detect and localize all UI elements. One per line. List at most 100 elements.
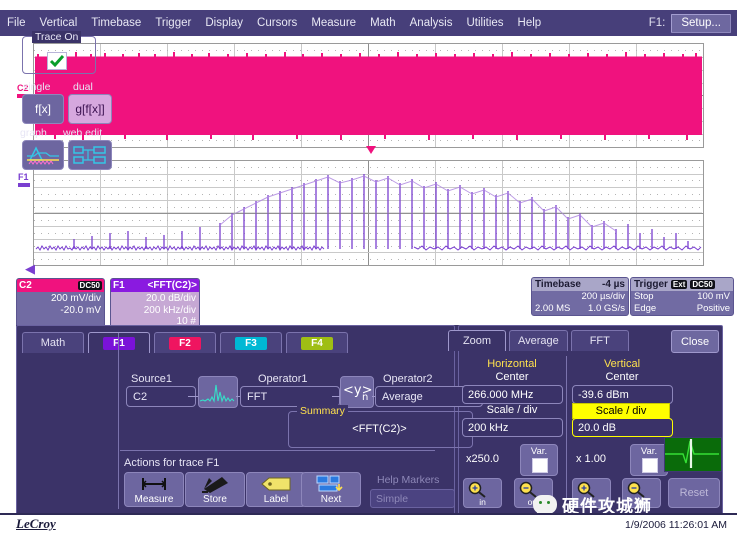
tab-zoom[interactable]: Zoom [448, 330, 506, 351]
left-pane-divider [118, 333, 119, 509]
menu-item-measure[interactable]: Measure [304, 10, 363, 36]
store-button-label: Store [186, 494, 244, 505]
grid-trace-f1 [33, 160, 704, 266]
menu-item-file[interactable]: File [0, 10, 33, 36]
descriptor-timebase-delay: -4 µs [602, 279, 625, 290]
horizontal-zoom-in-button[interactable]: in [463, 478, 502, 508]
close-button[interactable]: Close [671, 330, 719, 353]
single-function-button[interactable]: f[x] [22, 94, 64, 124]
vertical-var-box[interactable] [642, 458, 658, 473]
source1-select[interactable]: C2 [126, 386, 196, 407]
next-icon [302, 475, 360, 493]
average-operator-icon[interactable]: <y> n [340, 376, 374, 408]
fft-spectrum-glyph [199, 377, 235, 405]
tab-average[interactable]: Average [509, 330, 568, 351]
menu-item-analysis[interactable]: Analysis [403, 10, 460, 36]
menu-item-timebase[interactable]: Timebase [84, 10, 148, 36]
descriptor-trigger-slope: Positive [697, 303, 730, 315]
waveform-preview-glyph [665, 438, 719, 469]
menu-item-utilities[interactable]: Utilities [459, 10, 510, 36]
menu-item-trigger[interactable]: Trigger [148, 10, 198, 36]
web-edit-button[interactable] [68, 140, 112, 170]
tab-f1[interactable]: F1 [88, 332, 150, 353]
store-icon [186, 475, 244, 493]
descriptor-c2-name: C2 [19, 280, 32, 291]
operator1-select[interactable]: FFT [240, 386, 340, 407]
horizontal-var-box[interactable] [532, 458, 548, 473]
fft-spectrum-icon[interactable] [198, 376, 238, 408]
zoom-pane-divider [566, 356, 567, 501]
descriptor-trigger-type: Edge [634, 303, 656, 315]
label-button[interactable]: Label [246, 472, 306, 507]
dual-label: dual [73, 81, 93, 93]
menu-item-math[interactable]: Math [363, 10, 403, 36]
checkmark-icon [50, 55, 64, 67]
tab-f3[interactable]: F3 [220, 332, 282, 353]
descriptor-trigger-header: Trigger Ext DC50 [631, 278, 733, 291]
channel-marker-f1-bar [18, 183, 30, 187]
vertical-center-label: Center [572, 371, 672, 383]
summary-value: <FFT(C2)> [288, 423, 471, 435]
trace-on-label: Trace On [32, 31, 81, 43]
descriptor-timebase-header: Timebase -4 µs [532, 278, 628, 291]
tab-f2[interactable]: F2 [154, 332, 216, 353]
horizontal-scale-input[interactable]: 200 kHz [462, 418, 563, 437]
descriptor-f1-hz-div: 200 kHz/div [114, 305, 196, 317]
descriptor-f1[interactable]: F1 <FFT(C2)> 20.0 dB/div 200 kHz/div 10 … [110, 278, 200, 331]
descriptor-trigger[interactable]: Trigger Ext DC50 Stop 100 mV Edge Positi… [630, 277, 734, 316]
measure-button[interactable]: Measure [124, 472, 184, 507]
menu-item-display[interactable]: Display [198, 10, 250, 36]
tab-fft[interactable]: FFT [571, 330, 629, 351]
horizontal-var-checkbox[interactable]: Var. [520, 444, 558, 476]
horizontal-offset-arrow-icon[interactable]: ◀ [25, 264, 35, 274]
reset-button[interactable]: Reset [668, 478, 720, 508]
vertical-header: Vertical [572, 358, 672, 370]
descriptor-c2-body: 200 mV/div -20.0 mV [17, 292, 104, 329]
vertical-var-checkbox[interactable]: Var. [630, 444, 668, 476]
tab-f3-label: F3 [235, 337, 267, 350]
descriptor-c2-header: C2 DC50 [17, 279, 104, 292]
descriptor-c2[interactable]: C2 DC50 200 mV/div -20.0 mV [16, 278, 105, 330]
average-glyph: <y> n [341, 377, 371, 405]
store-button[interactable]: Store [185, 472, 245, 507]
descriptor-trigger-state: Stop [634, 291, 654, 303]
horizontal-header: Horizontal [462, 358, 562, 370]
descriptor-timebase[interactable]: Timebase -4 µs 200 µs/div 2.00 MS 1.0 GS… [531, 277, 629, 316]
graph-button[interactable] [22, 140, 64, 170]
svg-text:n: n [362, 392, 368, 403]
f1-fft-waveform [34, 161, 703, 265]
oscilloscope-screen: File Vertical Timebase Trigger Display C… [0, 0, 737, 535]
horizontal-zoom-factor: x250.0 [466, 453, 499, 465]
tab-f2-label: F2 [169, 337, 201, 350]
next-button-label: Next [302, 494, 360, 505]
menu-item-help[interactable]: Help [511, 10, 549, 36]
trace-on-checkbox[interactable] [47, 52, 67, 70]
setup-button[interactable]: Setup... [671, 14, 731, 33]
menu-item-cursors[interactable]: Cursors [250, 10, 304, 36]
horizontal-center-input[interactable]: 266.000 MHz [462, 385, 563, 404]
descriptor-trigger-row2: Edge Positive [631, 303, 733, 315]
tab-f4[interactable]: F4 [286, 332, 348, 353]
horizontal-center-label: Center [462, 371, 562, 383]
vertical-scale-label[interactable]: Scale / div [572, 403, 670, 419]
tab-math-label: Math [41, 337, 65, 349]
channel-marker-f1[interactable]: F1 [18, 172, 30, 187]
next-button[interactable]: Next [301, 472, 361, 507]
descriptor-trigger-level: 100 mV [697, 291, 730, 303]
tab-math[interactable]: Math [22, 332, 84, 353]
trigger-position-marker[interactable] [366, 146, 376, 154]
help-markers-select[interactable]: Simple [370, 489, 455, 508]
menubar-f1-label: F1: [649, 17, 672, 29]
measure-icon [125, 475, 183, 493]
dual-function-button[interactable]: g[f[x]] [68, 94, 112, 124]
single-label: single [23, 81, 50, 93]
vertical-center-input[interactable]: -39.6 dBm [572, 385, 673, 404]
tab-fft-label: FFT [590, 335, 610, 347]
operator2-label: Operator2 [383, 373, 433, 385]
waveform-preview [664, 437, 722, 472]
descriptor-timebase-memory: 2.00 MS [535, 303, 570, 315]
vertical-var-label: Var. [631, 446, 667, 457]
descriptor-f1-name: F1 [113, 280, 125, 291]
vertical-scale-input[interactable]: 20.0 dB [572, 418, 673, 437]
tab-f4-label: F4 [301, 337, 333, 350]
